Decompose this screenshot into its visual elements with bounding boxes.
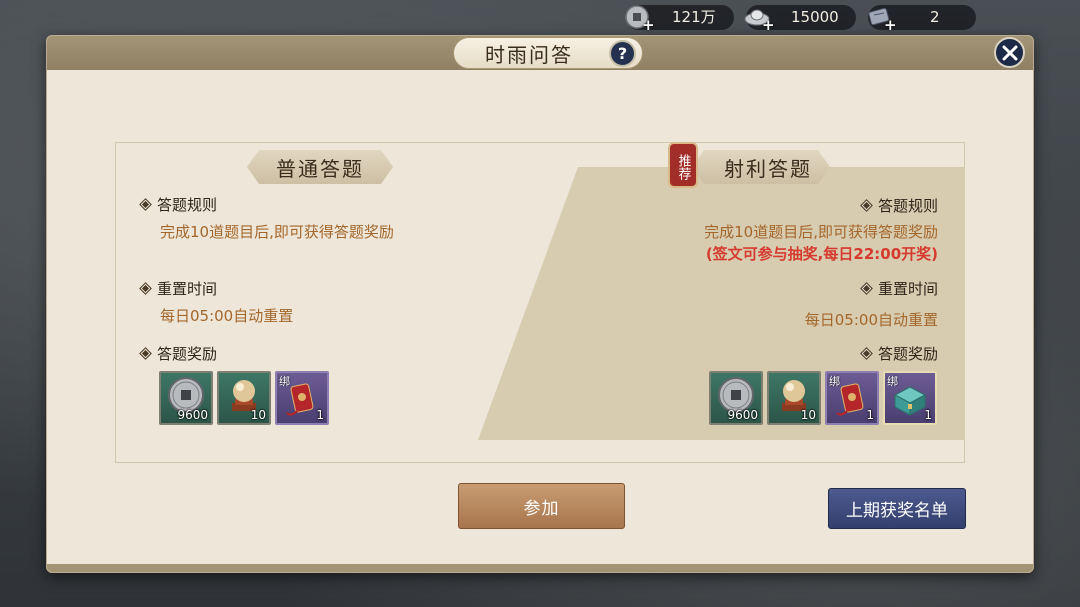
item-quantity: 1 [924,408,932,422]
panel-title: 时雨问答 [485,42,573,67]
item-quantity: 9600 [727,408,758,422]
join-button[interactable]: 参加 [458,483,625,529]
diamond-bullet-icon [139,347,152,360]
title-plaque: 时雨问答 ? [453,37,643,69]
shooting-quiz-title: 射利答题 [692,150,830,184]
last-winners-button[interactable]: 上期获奖名单 [828,488,966,529]
currency-silver[interactable]: + 15000 [744,5,856,34]
reward-item-red-pouch[interactable]: 绑 1 [825,371,879,425]
currency-value: 121万 [672,8,716,26]
normal-rewards-label: 答题奖励 [139,343,217,364]
item-quantity: 10 [800,408,816,422]
shooting-rewards-label: 答题奖励 [860,343,938,364]
currency-value: 2 [930,8,940,26]
diamond-bullet-icon [860,347,873,360]
reward-item-pearl[interactable]: 10 [217,371,271,425]
diamond-bullet-icon [860,282,873,295]
normal-rewards-list: 9600 10 绑 1 [159,371,329,425]
shooting-reset-text: 每日05:00自动重置 [804,311,938,329]
item-quantity: 9600 [177,408,208,422]
item-quantity: 1 [316,408,324,422]
normal-quiz-title: 普通答题 [247,150,393,184]
reward-item-red-pouch[interactable]: 绑 1 [275,371,329,425]
reward-item-copper-coin[interactable]: 9600 [709,371,763,425]
help-button[interactable]: ? [609,40,636,67]
add-icon[interactable]: + [642,16,655,34]
recommend-badge: 推荐 [668,142,698,188]
add-icon[interactable]: + [762,16,775,34]
normal-reset-label: 重置时间 [139,278,217,299]
shooting-rules-label: 答题规则 [860,195,938,216]
reward-item-copper-coin[interactable]: 9600 [159,371,213,425]
currency-ticket[interactable]: + 2 [868,5,976,34]
bound-tag: 绑 [829,375,840,388]
item-quantity: 10 [250,408,266,422]
shooting-rules-text: 完成10道题目后,即可获得答题奖励 [704,223,938,241]
normal-rules-text: 完成10道题目后,即可获得答题奖励 [160,223,394,241]
item-quantity: 1 [866,408,874,422]
close-button[interactable] [994,37,1025,68]
add-icon[interactable]: + [884,16,897,34]
diamond-bullet-icon [139,198,152,211]
currency-value: 15000 [791,8,839,26]
bound-tag: 绑 [887,375,898,388]
shooting-reset-label: 重置时间 [860,278,938,299]
shooting-lottery-text: (签文可参与抽奖,每日22:00开奖) [705,245,938,263]
normal-rules-label: 答题规则 [139,194,217,215]
diamond-bullet-icon [139,282,152,295]
reward-item-pearl[interactable]: 10 [767,371,821,425]
shooting-rewards-list: 9600 10 绑 1 绑 1 [709,371,937,425]
close-icon [1002,45,1017,60]
currency-copper[interactable]: + 121万 [625,5,734,34]
diamond-bullet-icon [860,199,873,212]
bound-tag: 绑 [279,375,290,388]
reward-item-jade-chest[interactable]: 绑 1 [883,371,937,425]
normal-reset-text: 每日05:00自动重置 [160,307,294,325]
panel-footer-border [47,564,1033,572]
